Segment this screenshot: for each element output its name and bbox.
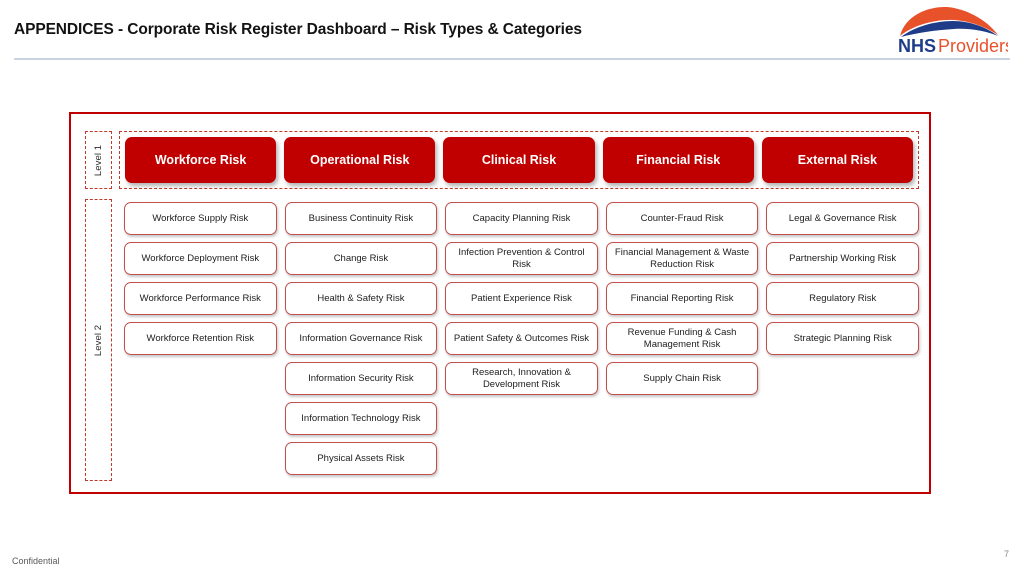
list-item[interactable]: Workforce Retention Risk [124, 322, 277, 355]
list-item[interactable]: Workforce Deployment Risk [124, 242, 277, 275]
list-item[interactable]: Regulatory Risk [766, 282, 919, 315]
list-item[interactable]: Change Risk [284, 242, 438, 275]
list-item[interactable]: Revenue Funding & Cash Management Risk [605, 322, 759, 355]
list-item[interactable]: Patient Experience Risk [445, 282, 598, 315]
logo-text-nhs: NHS [898, 36, 936, 54]
list-item[interactable]: Physical Assets Risk [284, 442, 438, 475]
level-2-label-box: Level 2 [85, 199, 112, 481]
list-item[interactable]: Capacity Planning Risk [445, 202, 598, 235]
level1-category-operational[interactable]: Operational Risk [284, 137, 436, 183]
list-item[interactable]: Financial Management & Waste Reduction R… [605, 242, 759, 275]
list-item[interactable]: Information Governance Risk [284, 322, 438, 355]
confidentiality-label: Confidential [12, 556, 60, 566]
list-item[interactable]: Workforce Supply Risk [124, 202, 277, 235]
slide-header: APPENDICES - Corporate Risk Register Das… [0, 0, 1024, 62]
level2-column-financial: Counter-Fraud Risk Financial Management … [605, 202, 759, 395]
level-1-box-container: Workforce Risk Operational Risk Clinical… [119, 131, 919, 189]
header-divider [14, 58, 1010, 60]
level2-column-clinical: Capacity Planning Risk Infection Prevent… [445, 202, 598, 395]
level-1-label: Level 1 [93, 144, 104, 176]
list-item[interactable]: Business Continuity Risk [284, 202, 438, 235]
list-item[interactable]: Health & Safety Risk [284, 282, 438, 315]
risk-hierarchy-frame: Level 1 Workforce Risk Operational Risk … [69, 112, 931, 494]
list-item[interactable]: Financial Reporting Risk [605, 282, 759, 315]
level1-category-external[interactable]: External Risk [761, 137, 914, 183]
page-title: APPENDICES - Corporate Risk Register Das… [14, 21, 582, 38]
list-item[interactable]: Legal & Governance Risk [766, 202, 919, 235]
level1-category-financial[interactable]: Financial Risk [602, 137, 754, 183]
list-item[interactable]: Research, Innovation & Development Risk [445, 362, 598, 395]
level-1-row: Level 1 Workforce Risk Operational Risk … [85, 131, 919, 189]
level1-category-workforce[interactable]: Workforce Risk [125, 137, 277, 183]
list-item[interactable]: Supply Chain Risk [605, 362, 759, 395]
level-2-row: Level 2 Workforce Supply Risk Workforce … [85, 199, 919, 481]
logo-text-providers: Providers [938, 36, 1008, 54]
list-item[interactable]: Counter-Fraud Risk [605, 202, 759, 235]
list-item[interactable]: Information Technology Risk [284, 402, 438, 435]
level2-column-workforce: Workforce Supply Risk Workforce Deployme… [124, 202, 277, 355]
level2-column-external: Legal & Governance Risk Partnership Work… [766, 202, 919, 355]
list-item[interactable]: Information Security Risk [284, 362, 438, 395]
page-number: 7 [1003, 549, 1009, 559]
level2-column-operational: Business Continuity Risk Change Risk Hea… [284, 202, 438, 475]
list-item[interactable]: Strategic Planning Risk [766, 322, 919, 355]
level-2-label: Level 2 [93, 324, 104, 356]
list-item[interactable]: Partnership Working Risk [766, 242, 919, 275]
level-2-box-container: Workforce Supply Risk Workforce Deployme… [119, 199, 919, 481]
level-1-label-box: Level 1 [85, 131, 112, 189]
list-item[interactable]: Workforce Performance Risk [124, 282, 277, 315]
nhs-providers-logo: NHS Providers [890, 2, 1008, 54]
level1-category-clinical[interactable]: Clinical Risk [443, 137, 595, 183]
list-item[interactable]: Patient Safety & Outcomes Risk [445, 322, 598, 355]
list-item[interactable]: Infection Prevention & Control Risk [445, 242, 598, 275]
